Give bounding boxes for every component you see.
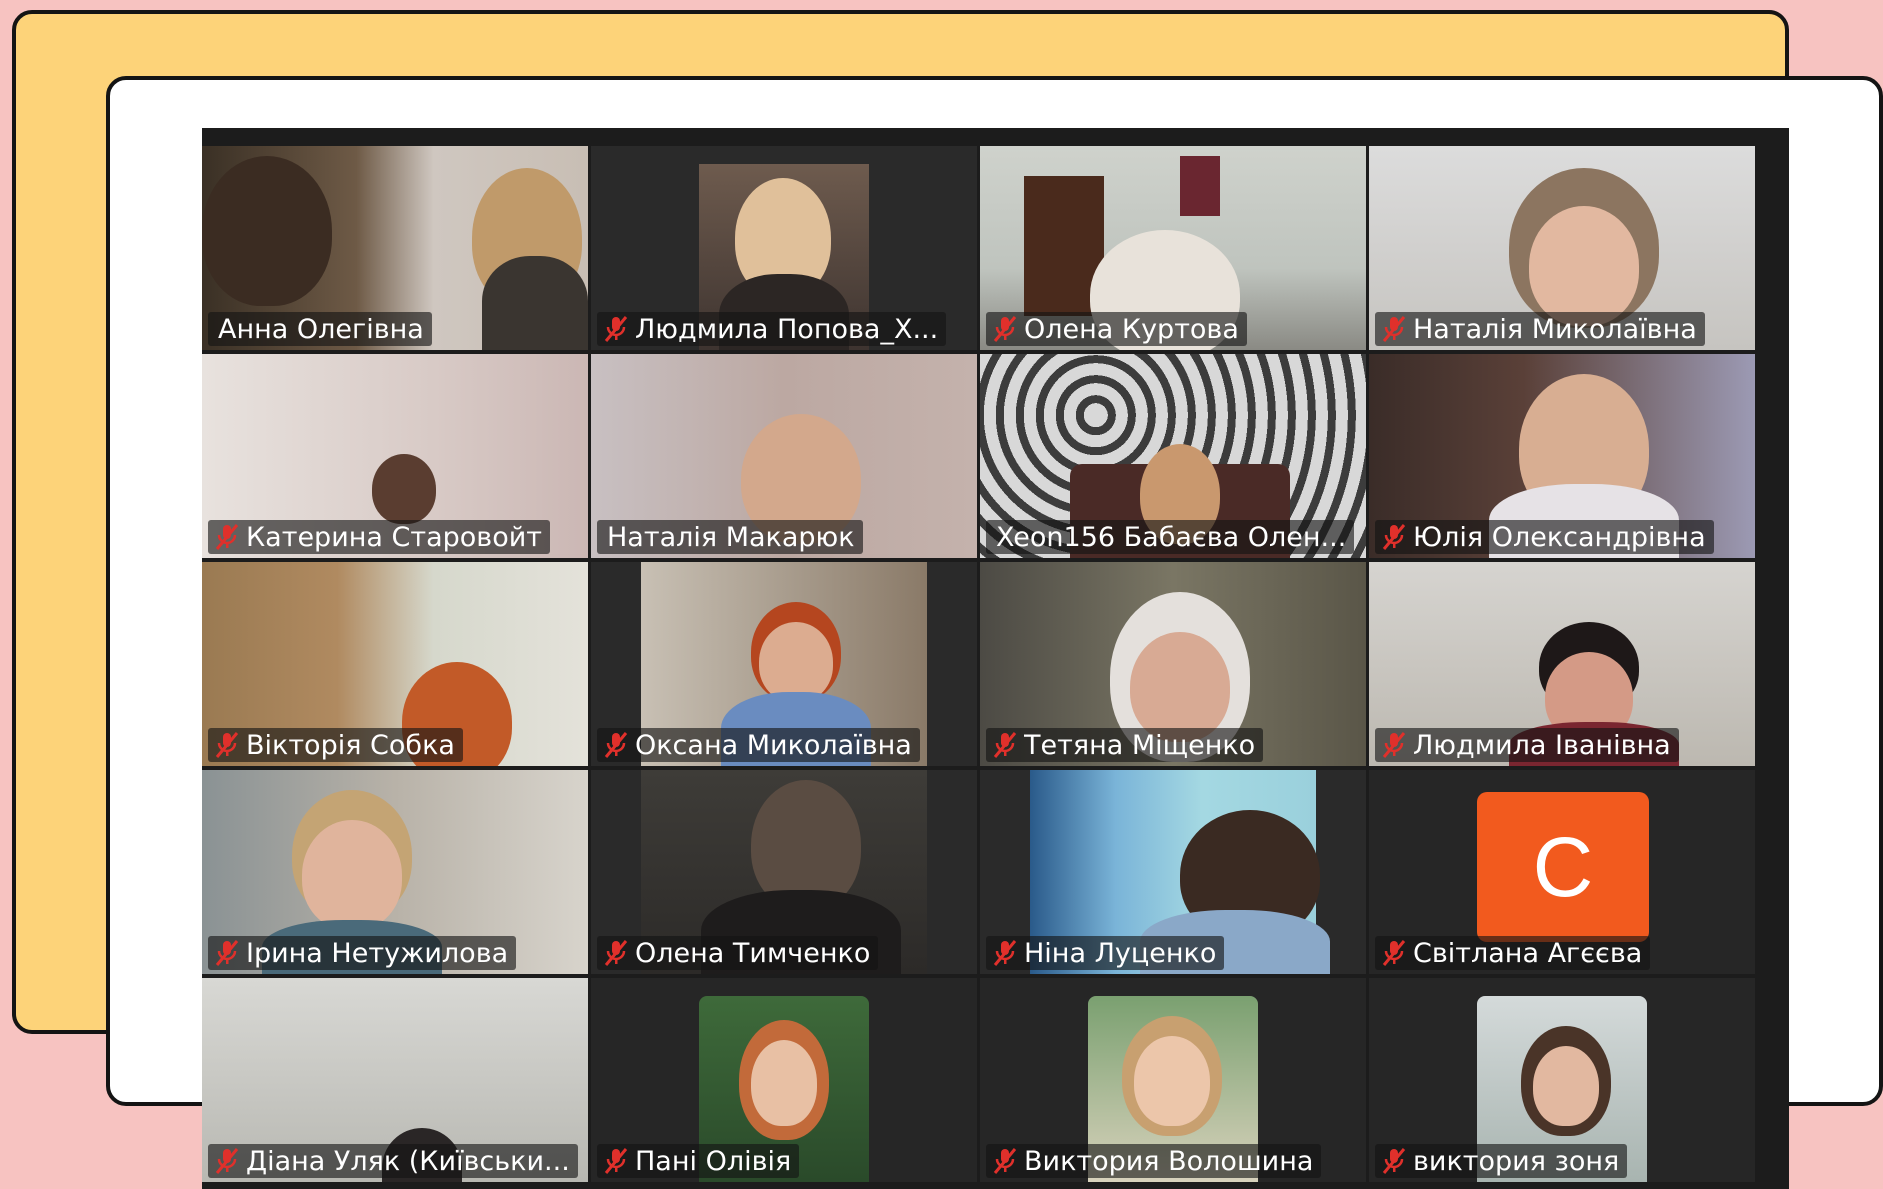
participant-name-tag: Пані Олівія (597, 1144, 800, 1178)
participant-name: Світлана Агєєва (1413, 937, 1643, 969)
participant-name-tag: виктория зоня (1375, 1144, 1628, 1178)
participant-name-tag: Катерина Старовойт (208, 520, 551, 554)
participant-name: Олена Куртова (1024, 313, 1239, 345)
participant-name: виктория зоня (1413, 1145, 1620, 1177)
participant-name: Юлія Олександрівна (1413, 521, 1706, 553)
participant-name: Наталія Макарюк (607, 521, 855, 553)
participant-tile-4[interactable]: Наталія Миколаївна (1369, 146, 1755, 350)
muted-microphone-icon (604, 940, 628, 966)
participant-tile-9[interactable]: Вікторія Собка (202, 562, 588, 766)
participant-name: Катерина Старовойт (246, 521, 543, 553)
muted-microphone-icon (1382, 524, 1406, 550)
participant-name: Олена Тимченко (635, 937, 871, 969)
participant-name: Пані Олівія (635, 1145, 792, 1177)
participant-name: Людмила Попова_Х... (635, 313, 939, 345)
muted-microphone-icon (993, 732, 1017, 758)
participant-tile-17[interactable]: Діана Уляк (Київськи... (202, 978, 588, 1182)
participant-name-tag: Наталія Макарюк (597, 520, 863, 554)
participant-tile-11[interactable]: Тетяна Міщенко (980, 562, 1366, 766)
participant-name: Діана Уляк (Київськи... (246, 1145, 570, 1177)
participant-name-tag: Олена Тимченко (597, 936, 879, 970)
participant-tile-3[interactable]: Олена Куртова (980, 146, 1366, 350)
participant-name-tag: Xeon156 Бабаєва Олен... (986, 520, 1355, 554)
participant-name-tag: Оксана Миколаївна (597, 728, 920, 762)
muted-microphone-icon (1382, 940, 1406, 966)
participant-name-tag: Діана Уляк (Київськи... (208, 1144, 578, 1178)
participant-tile-19[interactable]: Виктория Волошина (980, 978, 1366, 1182)
participant-name-tag: Виктория Волошина (986, 1144, 1322, 1178)
muted-microphone-icon (993, 1148, 1017, 1174)
participant-tile-8[interactable]: Юлія Олександрівна (1369, 354, 1755, 558)
participant-name: Виктория Волошина (1024, 1145, 1314, 1177)
participant-name-tag: Ірина Нетужилова (208, 936, 517, 970)
participant-name: Оксана Миколаївна (635, 729, 912, 761)
participant-name-tag: Людмила Іванівна (1375, 728, 1679, 762)
participant-name: Ірина Нетужилова (246, 937, 509, 969)
participant-name-tag: Тетяна Міщенко (986, 728, 1264, 762)
participant-tile-14[interactable]: Олена Тимченко (591, 770, 977, 974)
participant-name-tag: Ніна Луценко (986, 936, 1225, 970)
participant-name: Вікторія Собка (246, 729, 455, 761)
muted-microphone-icon (1382, 732, 1406, 758)
participant-name-tag: Людмила Попова_Х... (597, 312, 947, 346)
participant-name: Xeon156 Бабаєва Олен... (996, 521, 1347, 553)
participant-tile-16[interactable]: С Світлана Агєєва (1369, 770, 1755, 974)
participant-name-tag: Наталія Миколаївна (1375, 312, 1705, 346)
participant-tile-7[interactable]: Xeon156 Бабаєва Олен... (980, 354, 1366, 558)
participant-tile-20[interactable]: виктория зоня (1369, 978, 1755, 1182)
muted-microphone-icon (993, 316, 1017, 342)
muted-microphone-icon (604, 732, 628, 758)
participant-name-tag: Олена Куртова (986, 312, 1247, 346)
participant-tile-15[interactable]: Ніна Луценко (980, 770, 1366, 974)
muted-microphone-icon (604, 316, 628, 342)
participant-tile-18[interactable]: Пані Олівія (591, 978, 977, 1182)
participant-name-tag: Юлія Олександрівна (1375, 520, 1714, 554)
participant-tile-1[interactable]: Анна Олегівна (202, 146, 588, 350)
muted-microphone-icon (215, 940, 239, 966)
muted-microphone-icon (215, 524, 239, 550)
participant-tile-2[interactable]: Людмила Попова_Х... (591, 146, 977, 350)
participant-tile-5[interactable]: Катерина Старовойт (202, 354, 588, 558)
participant-name-tag: Світлана Агєєва (1375, 936, 1651, 970)
participant-avatar: С (1477, 792, 1649, 942)
muted-microphone-icon (1382, 316, 1406, 342)
participant-name: Анна Олегівна (218, 313, 424, 345)
muted-microphone-icon (1382, 1148, 1406, 1174)
participant-name-tag: Вікторія Собка (208, 728, 463, 762)
video-meeting-gallery: Анна Олегівна Людмила Попова_Х... Олена … (202, 128, 1789, 1189)
participant-name-tag: Анна Олегівна (208, 312, 432, 346)
participant-tile-6[interactable]: Наталія Макарюк (591, 354, 977, 558)
participant-name: Тетяна Міщенко (1024, 729, 1256, 761)
participant-tile-13[interactable]: Ірина Нетужилова (202, 770, 588, 974)
participant-name: Ніна Луценко (1024, 937, 1217, 969)
participant-name: Наталія Миколаївна (1413, 313, 1697, 345)
participant-tile-12[interactable]: Людмила Іванівна (1369, 562, 1755, 766)
muted-microphone-icon (215, 1148, 239, 1174)
muted-microphone-icon (215, 732, 239, 758)
participant-tile-10[interactable]: Оксана Миколаївна (591, 562, 977, 766)
muted-microphone-icon (993, 940, 1017, 966)
participant-name: Людмила Іванівна (1413, 729, 1671, 761)
muted-microphone-icon (604, 1148, 628, 1174)
